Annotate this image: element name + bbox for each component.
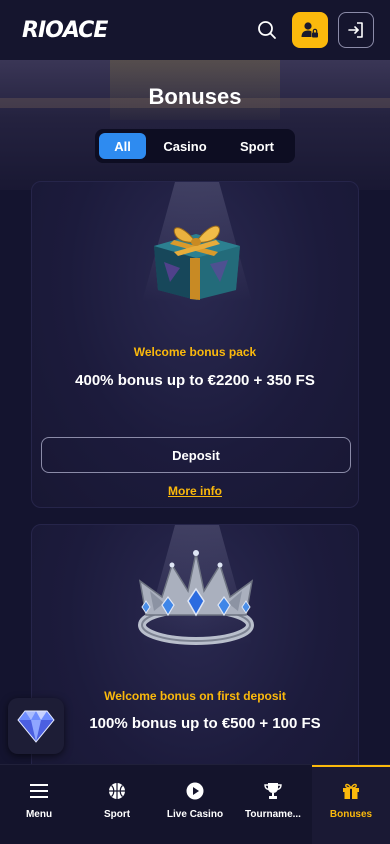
menu-icon — [29, 781, 49, 801]
tab-all[interactable]: All — [99, 133, 146, 159]
nav-label: Menu — [25, 809, 53, 820]
bottom-navigation: Menu Sport Live Casino Tourname... Bonus… — [0, 764, 390, 844]
page-title: Bonuses — [148, 84, 242, 109]
play-icon — [185, 781, 205, 801]
bonus-subtitle: Welcome bonus on first deposit — [104, 689, 286, 703]
nav-item-sport[interactable]: Sport — [78, 765, 156, 844]
nav-item-tournaments[interactable]: Tourname... — [234, 765, 312, 844]
nav-item-bonuses[interactable]: Bonuses — [312, 765, 390, 844]
login-button[interactable] — [338, 12, 374, 48]
search-button[interactable] — [252, 12, 282, 48]
bonus-filter-tabs: All Casino Sport — [95, 129, 295, 163]
gift-box-icon — [154, 225, 240, 300]
deposit-button[interactable]: Deposit — [41, 437, 351, 473]
more-info-link[interactable]: More info — [32, 484, 358, 498]
site-logo[interactable]: RIOACE — [22, 18, 108, 43]
nav-label: Live Casino — [166, 809, 224, 820]
account-button[interactable] — [292, 12, 328, 48]
bonus-title: 100% bonus up to €500 + 100 FS — [89, 715, 321, 732]
header-actions — [252, 12, 374, 48]
nav-item-menu[interactable]: Menu — [0, 765, 78, 844]
bonus-card: Welcome bonus pack 400% bonus up to €220… — [31, 181, 359, 508]
bonus-subtitle: Welcome bonus pack — [133, 345, 257, 359]
login-icon — [348, 22, 363, 38]
trophy-icon — [263, 781, 283, 801]
top-header: RIOACE — [0, 0, 390, 60]
nav-label: Bonuses — [329, 809, 373, 820]
gift-icon — [341, 781, 361, 801]
nav-item-live-casino[interactable]: Live Casino — [156, 765, 234, 844]
user-lock-icon — [301, 22, 318, 38]
tab-casino[interactable]: Casino — [146, 133, 224, 159]
crown-icon — [138, 550, 254, 645]
diamond-icon — [17, 710, 55, 743]
bonus-title: 400% bonus up to €2200 + 350 FS — [75, 372, 315, 389]
nav-label: Tourname... — [245, 809, 301, 820]
tab-sport[interactable]: Sport — [224, 133, 290, 159]
basketball-icon — [107, 781, 127, 801]
search-icon — [258, 21, 276, 39]
loyalty-widget-button[interactable] — [8, 698, 64, 754]
nav-label: Sport — [103, 809, 131, 820]
